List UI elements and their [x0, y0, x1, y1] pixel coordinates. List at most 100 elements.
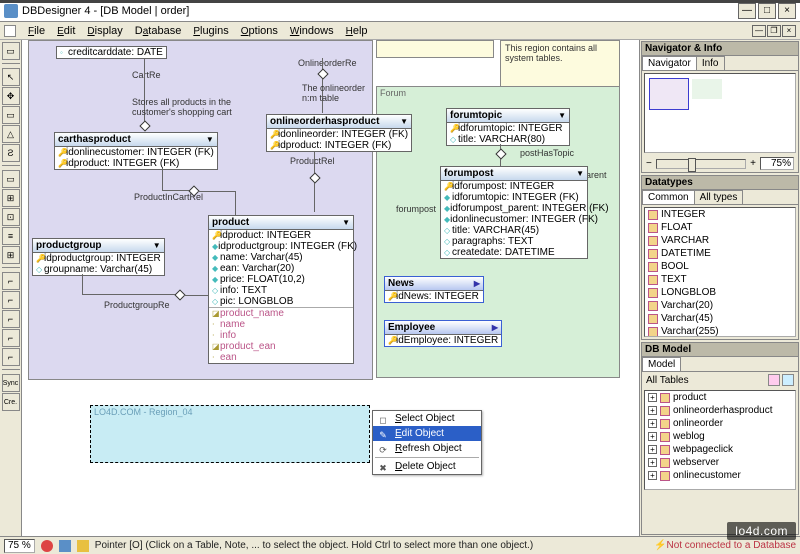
datatype-item[interactable]: VARCHAR — [645, 234, 795, 247]
menu-plugins[interactable]: Plugins — [187, 24, 234, 38]
menu-help[interactable]: Help — [340, 24, 374, 38]
tool-grid[interactable]: ≡ — [2, 227, 20, 245]
tool-image[interactable]: ⊡ — [2, 208, 20, 226]
table-onlineorderhasproduct[interactable]: onlineorderhasproduct▼ 🔑idonlineorder: I… — [266, 114, 412, 152]
datatype-list[interactable]: INTEGERFLOATVARCHARDATETIMEBOOLTEXTLONGB… — [644, 207, 796, 337]
tool-pointer[interactable]: ↖ — [2, 68, 20, 86]
model-table-row[interactable]: +onlineorderhasproduct — [645, 404, 795, 417]
menu-database[interactable]: Database — [129, 24, 188, 38]
status-icon-1[interactable] — [41, 540, 53, 552]
status-connection: ⚡Not connected to a Database — [654, 540, 796, 551]
tool-sync[interactable]: Sync — [2, 374, 20, 392]
menu-options[interactable]: Options — [235, 24, 284, 38]
menu-file[interactable]: File — [22, 24, 51, 38]
menu-bar: File Edit Display Database Plugins Optio… — [0, 22, 800, 40]
model-btn-2[interactable] — [782, 374, 794, 386]
model-btn-1[interactable] — [768, 374, 780, 386]
tab-alltypes[interactable]: All types — [694, 190, 744, 204]
datatype-item[interactable]: Varchar(45) — [645, 312, 795, 325]
zoom-in-icon[interactable]: + — [750, 158, 756, 169]
region-selected[interactable]: LO4D.COM - Region_04 — [90, 405, 370, 463]
tool-rel-dep[interactable]: ⌐ — [2, 348, 20, 366]
zoom-out-icon[interactable]: − — [646, 158, 652, 169]
model-table-list[interactable]: +product+onlineorderhasproduct+onlineord… — [644, 390, 796, 490]
model-table-row[interactable]: +onlinecustomer — [645, 469, 795, 482]
tool-rel-11[interactable]: ⌐ — [2, 291, 20, 309]
tab-model[interactable]: Model — [642, 357, 681, 371]
tool-zoom[interactable]: △ — [2, 125, 20, 143]
tool-rel-gen[interactable]: ⌐ — [2, 329, 20, 347]
tool-note[interactable]: ⊞ — [2, 189, 20, 207]
tab-common[interactable]: Common — [642, 190, 695, 204]
tool-rel-nm[interactable]: ⌐ — [2, 310, 20, 328]
navigator-preview[interactable] — [644, 73, 796, 153]
datatype-item[interactable]: Varchar(255) — [645, 325, 795, 337]
datatype-item[interactable]: DATETIME — [645, 247, 795, 260]
tool-move[interactable]: ✥ — [2, 87, 20, 105]
tool-rel-1n[interactable]: ⌐ — [2, 272, 20, 290]
rel-posthastopic-label: postHasTopic — [520, 148, 574, 158]
context-select-object[interactable]: ◻Select Object — [373, 411, 481, 426]
tool-new[interactable]: ▭ — [2, 42, 20, 60]
context-menu: ◻Select Object ✎Edit Object ⟳Refresh Obj… — [372, 410, 482, 475]
close-button[interactable]: × — [778, 3, 796, 19]
context-refresh-object[interactable]: ⟳Refresh Object — [373, 441, 481, 456]
mdi-close-button[interactable]: × — [782, 25, 796, 37]
tool-table[interactable]: ▭ — [2, 106, 20, 124]
datatype-item[interactable]: FLOAT — [645, 221, 795, 234]
table-forumpost[interactable]: forumpost▼ 🔑idforumpost: INTEGER ◆idforu… — [440, 166, 588, 259]
region-system[interactable]: This region contains all system tables. — [500, 40, 620, 88]
status-icon-2[interactable] — [59, 540, 71, 552]
note-shopcart: Stores all products in the customer's sh… — [132, 98, 237, 118]
tool-hand[interactable]: Ƨ — [2, 144, 20, 162]
tool-layer[interactable]: ⊞ — [2, 246, 20, 264]
status-icon-3[interactable] — [77, 540, 89, 552]
minimize-button[interactable]: — — [738, 3, 756, 19]
datatype-item[interactable]: TEXT — [645, 273, 795, 286]
datatype-item[interactable]: BOOL — [645, 260, 795, 273]
zoom-slider[interactable] — [656, 159, 746, 169]
mdi-minimize-button[interactable]: — — [752, 25, 766, 37]
watermark: lo4d.com — [727, 522, 796, 540]
table-carthasproduct[interactable]: carthasproduct▼ 🔑idonlinecustomer: INTEG… — [54, 132, 218, 170]
tab-navigator[interactable]: Navigator — [642, 56, 697, 70]
maximize-button[interactable]: □ — [758, 3, 776, 19]
model-table-row[interactable]: +webpageclick — [645, 443, 795, 456]
table-productgroup[interactable]: productgroup▼ 🔑idproductgroup: INTEGER ◇… — [32, 238, 165, 276]
model-table-row[interactable]: +weblog — [645, 430, 795, 443]
menu-display[interactable]: Display — [81, 24, 128, 38]
datatype-item[interactable]: LONGBLOB — [645, 286, 795, 299]
model-table-row[interactable]: +onlineorder — [645, 417, 795, 430]
menu-windows[interactable]: Windows — [284, 24, 340, 38]
tool-palette: ▭ ↖ ✥ ▭ △ Ƨ ▭ ⊞ ⊡ ≡ ⊞ ⌐ ⌐ ⌐ ⌐ ⌐ Sync Cre… — [0, 40, 22, 536]
menu-edit[interactable]: Edit — [51, 24, 81, 38]
table-product[interactable]: product▼ 🔑idproduct: INTEGER ◆idproductg… — [208, 215, 354, 364]
note-system: This region contains all system tables. — [505, 44, 619, 64]
mdi-restore-button[interactable]: ❐ — [767, 25, 781, 37]
tool-create[interactable]: Cre. — [2, 393, 20, 411]
context-edit-object[interactable]: ✎Edit Object — [373, 426, 481, 441]
datatype-item[interactable]: INTEGER — [645, 208, 795, 221]
datatype-item[interactable]: Varchar(20) — [645, 299, 795, 312]
table-forumtopic[interactable]: forumtopic▼ 🔑idforumtopic: INTEGER ◇titl… — [446, 108, 570, 146]
status-zoom[interactable]: 75 % — [4, 539, 35, 553]
region-yellow[interactable] — [376, 40, 494, 58]
rel-productgroupre-label: ProductgroupRe — [104, 300, 170, 310]
tab-info[interactable]: Info — [696, 56, 725, 70]
rel-cartre-label: CartRe — [132, 70, 161, 80]
tool-region[interactable]: ▭ — [2, 170, 20, 188]
status-bar: 75 % Pointer [O] (Click on a Table, Note… — [0, 536, 800, 554]
table-news[interactable]: News▶ 🔑idNews: INTEGER — [384, 276, 484, 303]
context-delete-object[interactable]: ✖Delete Object — [373, 459, 481, 474]
panel-navigator: Navigator & Info Navigator Info − + 75% — [641, 41, 799, 173]
title-bar: DBDesigner 4 - [DB Model | order] — □ × — [0, 0, 800, 22]
rel-forumpost-label: forumpost — [396, 204, 436, 214]
table-employee[interactable]: Employee▶ 🔑idEmployee: INTEGER — [384, 320, 502, 347]
panel-dbmodel: DB Model Model All Tables +product+onlin… — [641, 342, 799, 535]
model-table-row[interactable]: +webserver — [645, 456, 795, 469]
diagram-canvas[interactable]: This region contains all system tables. … — [22, 40, 640, 536]
table-creditcarddate-row[interactable]: ◦creditcarddate: DATE — [56, 46, 167, 59]
document-icon — [4, 25, 16, 37]
model-table-row[interactable]: +product — [645, 391, 795, 404]
zoom-value[interactable]: 75% — [760, 157, 794, 170]
